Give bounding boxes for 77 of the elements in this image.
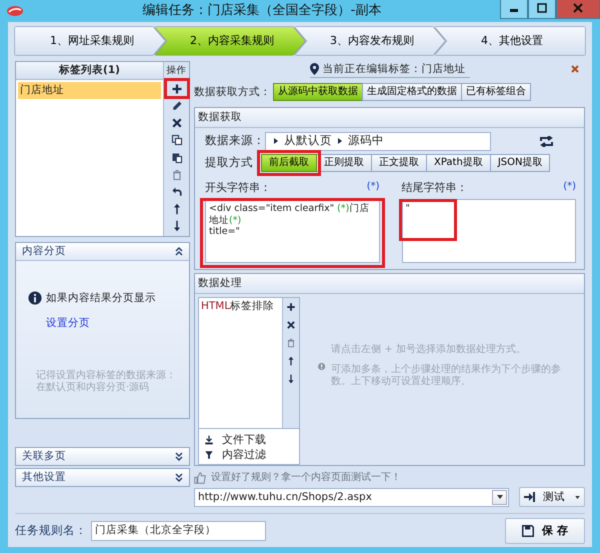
up-arrow-icon bbox=[286, 356, 296, 366]
close-icon[interactable] bbox=[571, 65, 579, 73]
caret-icon bbox=[496, 495, 502, 499]
source-label: 数据来源： bbox=[205, 134, 265, 148]
plus-icon bbox=[286, 302, 296, 312]
expand-chevron-icon[interactable] bbox=[175, 452, 183, 461]
set-paging-link[interactable]: 设置分页 bbox=[46, 317, 189, 330]
operations-label: 操作 bbox=[166, 64, 186, 78]
save-icon bbox=[522, 524, 534, 536]
processing-step-item[interactable]: HTML标签排除 bbox=[201, 300, 280, 313]
filter-option[interactable]: 内容过滤 bbox=[204, 447, 299, 462]
close-icon bbox=[573, 3, 583, 13]
trash-icon bbox=[170, 168, 182, 181]
minimize-button[interactable] bbox=[500, 0, 528, 19]
tag-list-header: 标签列表(1) bbox=[16, 62, 163, 80]
tag-list-item[interactable]: 门店地址 bbox=[18, 82, 161, 99]
caret-icon bbox=[575, 496, 580, 498]
extract-mode-tab[interactable]: 正则提取 bbox=[316, 154, 372, 172]
undo-icon bbox=[170, 186, 182, 198]
panel-title[interactable]: 关联多页 bbox=[22, 450, 66, 463]
info-icon bbox=[28, 291, 42, 305]
save-button[interactable]: 保 存 bbox=[505, 518, 585, 544]
end-string-field[interactable]: " bbox=[402, 198, 576, 263]
section-header: 数据处理 bbox=[195, 274, 584, 294]
processing-hint: 可添加多条，上个步骤处理的结果作为下个步骤的参数。上下移动可设置处理顺序。 bbox=[331, 364, 562, 388]
collapse-chevron-icon[interactable] bbox=[175, 247, 183, 256]
fetch-method-tab[interactable]: 从源码中获取数据 bbox=[273, 83, 363, 102]
app-logo-icon bbox=[6, 5, 24, 17]
wildcard-button[interactable]: (*) bbox=[366, 180, 380, 195]
editing-tag-label: 当前正在编辑标签：门店地址 bbox=[322, 63, 466, 76]
login-arrow-icon bbox=[524, 492, 535, 502]
close-button[interactable] bbox=[556, 0, 600, 19]
triangle-icon bbox=[338, 138, 342, 144]
start-string-field[interactable]: <div class="item clearfix" (*)门店地址(*) title=" bbox=[205, 198, 380, 263]
maximize-icon bbox=[537, 3, 547, 13]
source-path-field[interactable]: 从默认页 源码中 bbox=[265, 132, 491, 151]
end-string-label: 结尾字符串： bbox=[402, 180, 468, 195]
start-string-label: 开头字符串： bbox=[205, 180, 271, 195]
section-header: 数据获取 bbox=[195, 108, 584, 128]
paging-info-text: 如果内容结果分页显示 bbox=[46, 292, 156, 304]
filter-icon bbox=[204, 450, 214, 460]
expand-chevron-icon[interactable] bbox=[175, 473, 183, 482]
rule-name-field[interactable]: 门店采集（北京全字段） bbox=[91, 520, 266, 540]
panel-title[interactable]: 内容分页 bbox=[22, 245, 66, 258]
down-arrow-icon bbox=[286, 374, 296, 384]
rule-name-label: 任务规则名： bbox=[15, 524, 87, 538]
maximize-button[interactable] bbox=[528, 0, 556, 19]
window-title: 编辑任务：门店采集（全国全字段）-副本 bbox=[142, 3, 382, 19]
download-option[interactable]: 文件下载 bbox=[204, 432, 299, 448]
wildcard-button[interactable]: (*) bbox=[563, 180, 576, 195]
paging-note: 记得设置内容标签的数据来源：在默认页和内容分页·源码 bbox=[36, 370, 177, 394]
alert-icon bbox=[318, 360, 326, 372]
fetch-method-tab[interactable]: 已有标签组合 bbox=[461, 83, 531, 102]
plus-icon bbox=[170, 82, 182, 95]
copy-icon bbox=[170, 134, 182, 146]
cross-icon bbox=[170, 117, 182, 130]
pencil-icon bbox=[170, 100, 182, 112]
swap-icon[interactable] bbox=[539, 136, 554, 147]
triangle-icon bbox=[274, 138, 278, 144]
test-button[interactable]: 测试 bbox=[519, 487, 585, 507]
dropdown-button[interactable] bbox=[492, 490, 507, 504]
extract-mode-tab[interactable]: XPath提取 bbox=[426, 154, 491, 172]
thumbs-up-icon bbox=[194, 472, 206, 484]
extract-label: 提取方式 bbox=[205, 156, 254, 170]
paste-icon bbox=[170, 152, 182, 164]
download-icon bbox=[204, 434, 214, 445]
test-hint: 设置好了规则？拿一个内容页面测试一下！ bbox=[211, 472, 401, 484]
processing-hint: 请点击左侧 + 加号选择添加数据处理方式。 bbox=[331, 344, 527, 356]
extract-mode-tab[interactable]: JSON提取 bbox=[490, 154, 550, 172]
location-pin-icon bbox=[310, 63, 318, 76]
panel-title[interactable]: 其他设置 bbox=[22, 471, 66, 484]
fetch-method-label: 数据获取方式： bbox=[194, 86, 271, 99]
extract-mode-tab[interactable]: 正文提取 bbox=[371, 154, 427, 172]
fetch-method-tab[interactable]: 生成固定格式的数据 bbox=[362, 83, 462, 102]
trash-icon bbox=[286, 338, 296, 348]
step-tab[interactable]: 2、内容采集规则 bbox=[155, 27, 305, 55]
cross-icon bbox=[286, 320, 296, 330]
